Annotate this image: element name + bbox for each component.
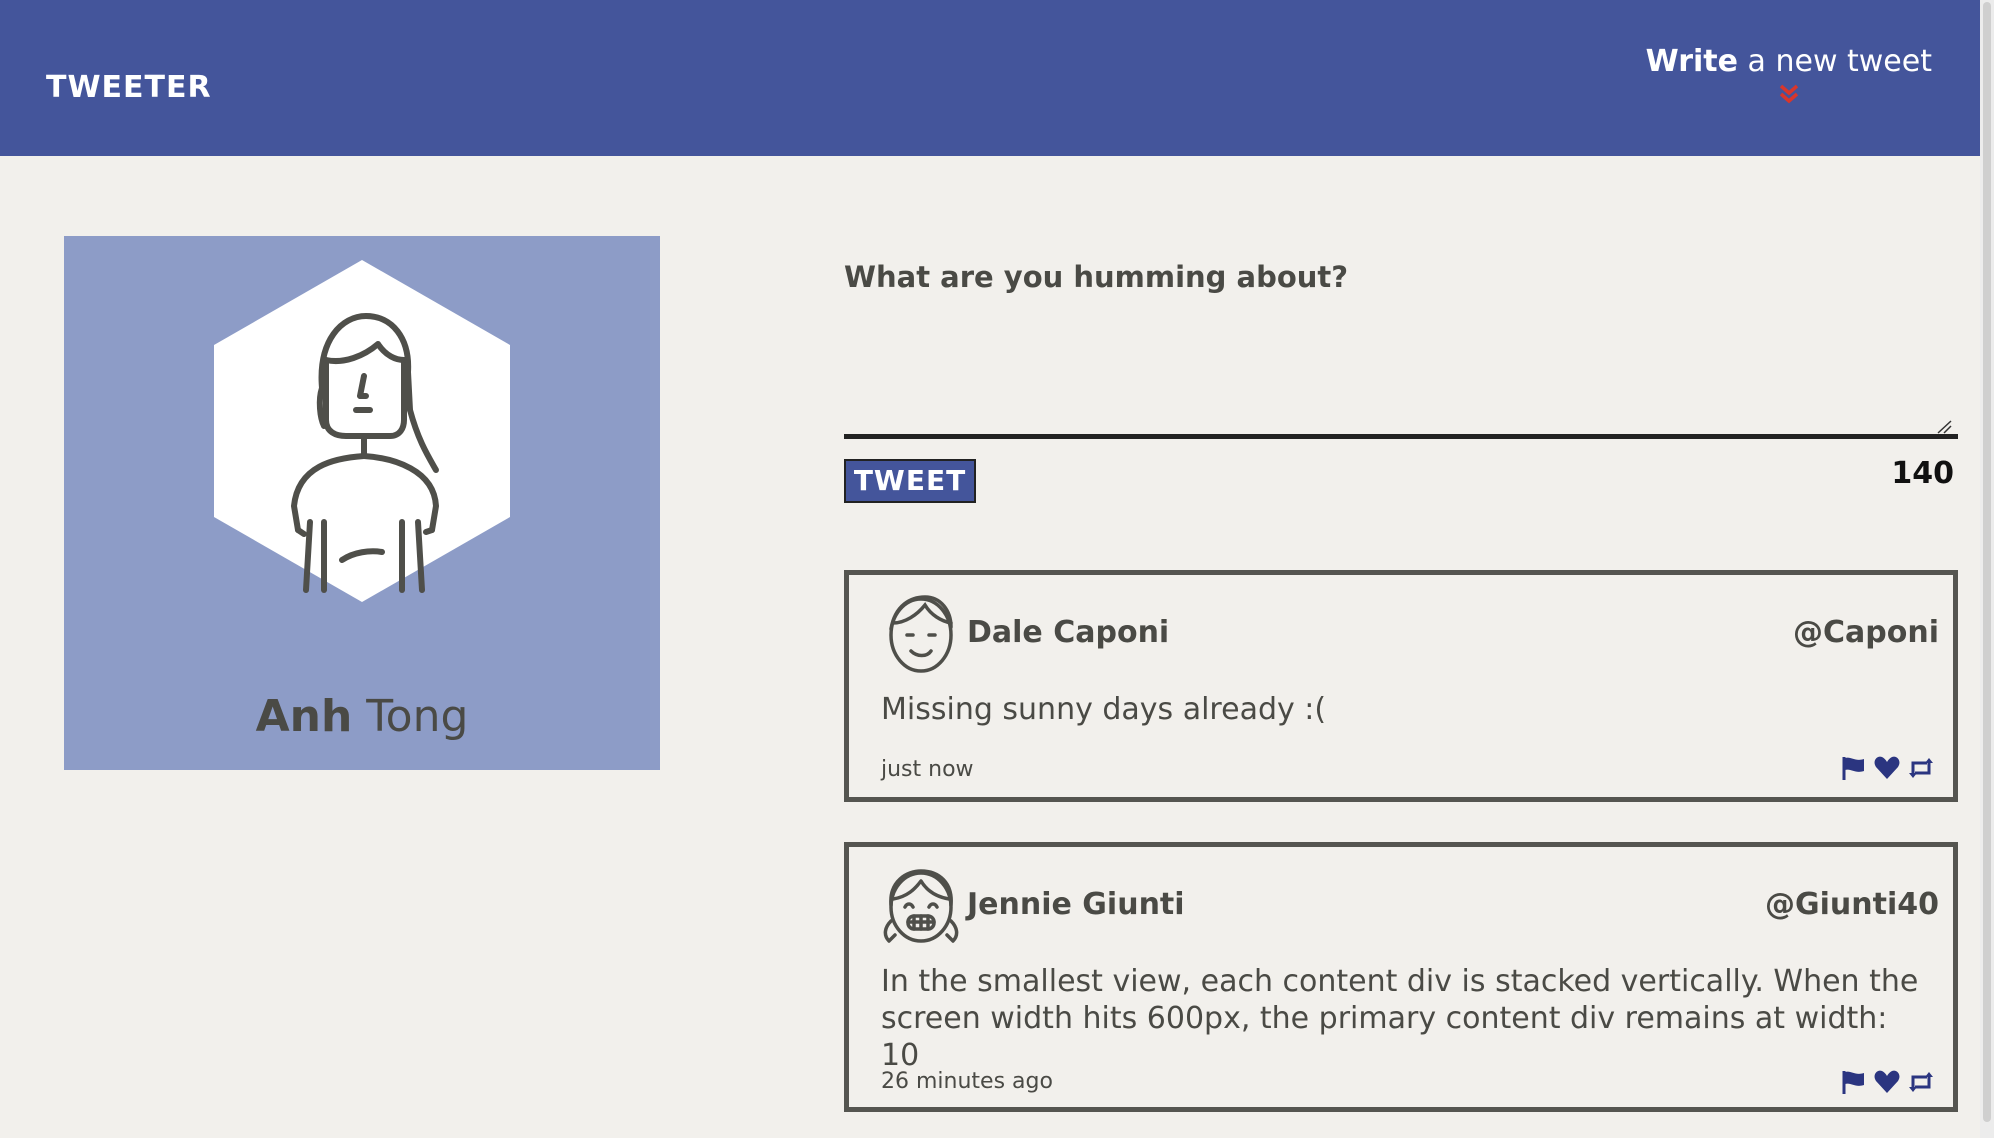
profile-last-name: Tong bbox=[366, 691, 469, 742]
compose-toggle-button[interactable]: Write a new tweet bbox=[1646, 44, 1932, 105]
navbar: TWEETER Write a new tweet bbox=[0, 0, 1980, 156]
tweet-card: Dale Caponi @Caponi Missing sunny days a… bbox=[844, 570, 1958, 802]
char-counter: 140 bbox=[1891, 456, 1954, 491]
tweet-actions bbox=[1839, 1069, 1935, 1095]
retweet-icon[interactable] bbox=[1907, 1069, 1935, 1095]
heart-icon[interactable] bbox=[1873, 755, 1901, 781]
page-scrollbar[interactable] bbox=[1980, 0, 1994, 1138]
flag-icon[interactable] bbox=[1839, 755, 1867, 781]
compose-toggle-rest: a new tweet bbox=[1747, 44, 1932, 79]
tweet-timestamp: just now bbox=[881, 757, 974, 782]
resize-grip-icon[interactable] bbox=[1936, 420, 1952, 434]
tweet-handle[interactable]: @Caponi bbox=[1793, 615, 1939, 650]
flag-icon[interactable] bbox=[1839, 1069, 1867, 1095]
tweet-textarea[interactable] bbox=[844, 310, 1958, 439]
compose-toggle-bold: Write bbox=[1645, 44, 1738, 79]
tweet-content: In the smallest view, each content div i… bbox=[881, 964, 1919, 1073]
girl-avatar-icon bbox=[883, 869, 959, 943]
tweet-timestamp: 26 minutes ago bbox=[881, 1069, 1053, 1094]
woman-avatar-icon bbox=[214, 260, 510, 602]
heart-icon[interactable] bbox=[1873, 1069, 1901, 1095]
scrollbar-thumb[interactable] bbox=[1983, 2, 1991, 1122]
profile-card: Anh Tong bbox=[64, 236, 660, 770]
tweet-handle[interactable]: @Giunti40 bbox=[1765, 887, 1939, 922]
composer-heading: What are you humming about? bbox=[844, 260, 1349, 294]
compose-toggle-label: Write a new tweet bbox=[1646, 44, 1932, 79]
profile-first-name: Anh bbox=[255, 691, 353, 742]
retweet-icon[interactable] bbox=[1907, 755, 1935, 781]
app-logo[interactable]: TWEETER bbox=[46, 70, 212, 105]
tweet-card: Jennie Giunti @Giunti40 In the smallest … bbox=[844, 842, 1958, 1112]
profile-name: Anh Tong bbox=[64, 691, 660, 742]
man-avatar-icon bbox=[889, 595, 953, 673]
tweet-author[interactable]: Dale Caponi bbox=[967, 615, 1169, 650]
double-chevron-down-icon[interactable] bbox=[1778, 83, 1800, 105]
tweet-content: Missing sunny days already :( bbox=[881, 692, 1327, 727]
tweet-actions bbox=[1839, 755, 1935, 781]
tweet-submit-button[interactable]: TWEET bbox=[844, 459, 976, 503]
tweet-author[interactable]: Jennie Giunti bbox=[967, 887, 1185, 922]
new-tweet-form: What are you humming about? TWEET 140 bbox=[844, 260, 1958, 503]
